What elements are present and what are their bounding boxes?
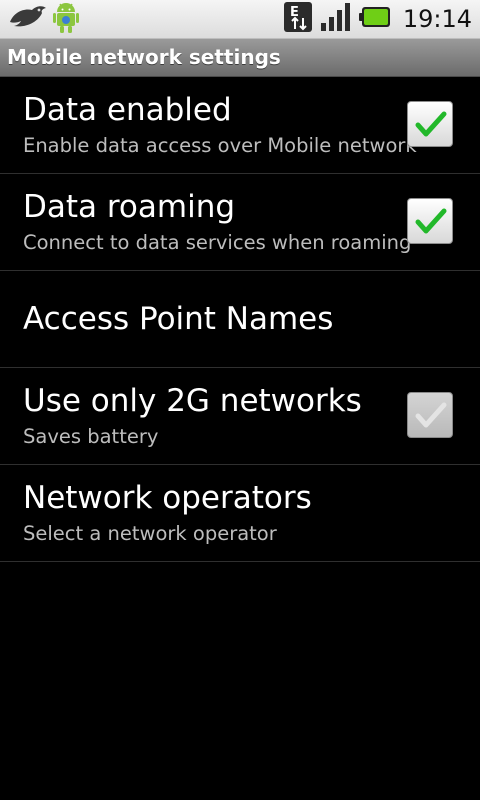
pref-use-only-2g[interactable]: Use only 2G networks Saves battery [0,368,480,465]
pref-access-point-names[interactable]: Access Point Names [0,271,480,368]
system-status-icons: E 19:14 [283,2,472,36]
signal-strength-icon [319,1,353,37]
pref-title: Data roaming [23,189,236,225]
pref-summary: Select a network operator [23,522,277,545]
pref-network-operators[interactable]: Network operators Select a network opera… [0,465,480,562]
pref-title: Use only 2G networks [23,383,362,419]
status-bar[interactable]: E 19:14 [0,0,480,39]
edge-network-icon: E [283,1,313,37]
pref-title: Access Point Names [23,301,334,337]
checkmark-icon [415,402,447,428]
pref-summary: Enable data access over Mobile network [23,134,417,157]
preference-list: Data enabled Enable data access over Mob… [0,77,480,562]
pref-title: Data enabled [23,92,232,128]
checkmark-icon [415,111,447,137]
page-title: Mobile network settings [7,45,281,69]
battery-icon [358,5,393,33]
android-robot-icon [50,0,82,38]
use-only-2g-checkbox[interactable] [407,392,453,438]
bird-icon [8,2,48,36]
pref-summary: Connect to data services when roaming [23,231,412,254]
title-bar: Mobile network settings [0,39,480,77]
pref-data-enabled[interactable]: Data enabled Enable data access over Mob… [0,77,480,174]
data-enabled-checkbox[interactable] [407,101,453,147]
data-roaming-checkbox[interactable] [407,198,453,244]
pref-summary: Saves battery [23,425,159,448]
pref-title: Network operators [23,480,312,516]
checkmark-icon [415,208,447,234]
pref-data-roaming[interactable]: Data roaming Connect to data services wh… [0,174,480,271]
notification-icons [8,2,82,36]
clock: 19:14 [402,5,472,33]
